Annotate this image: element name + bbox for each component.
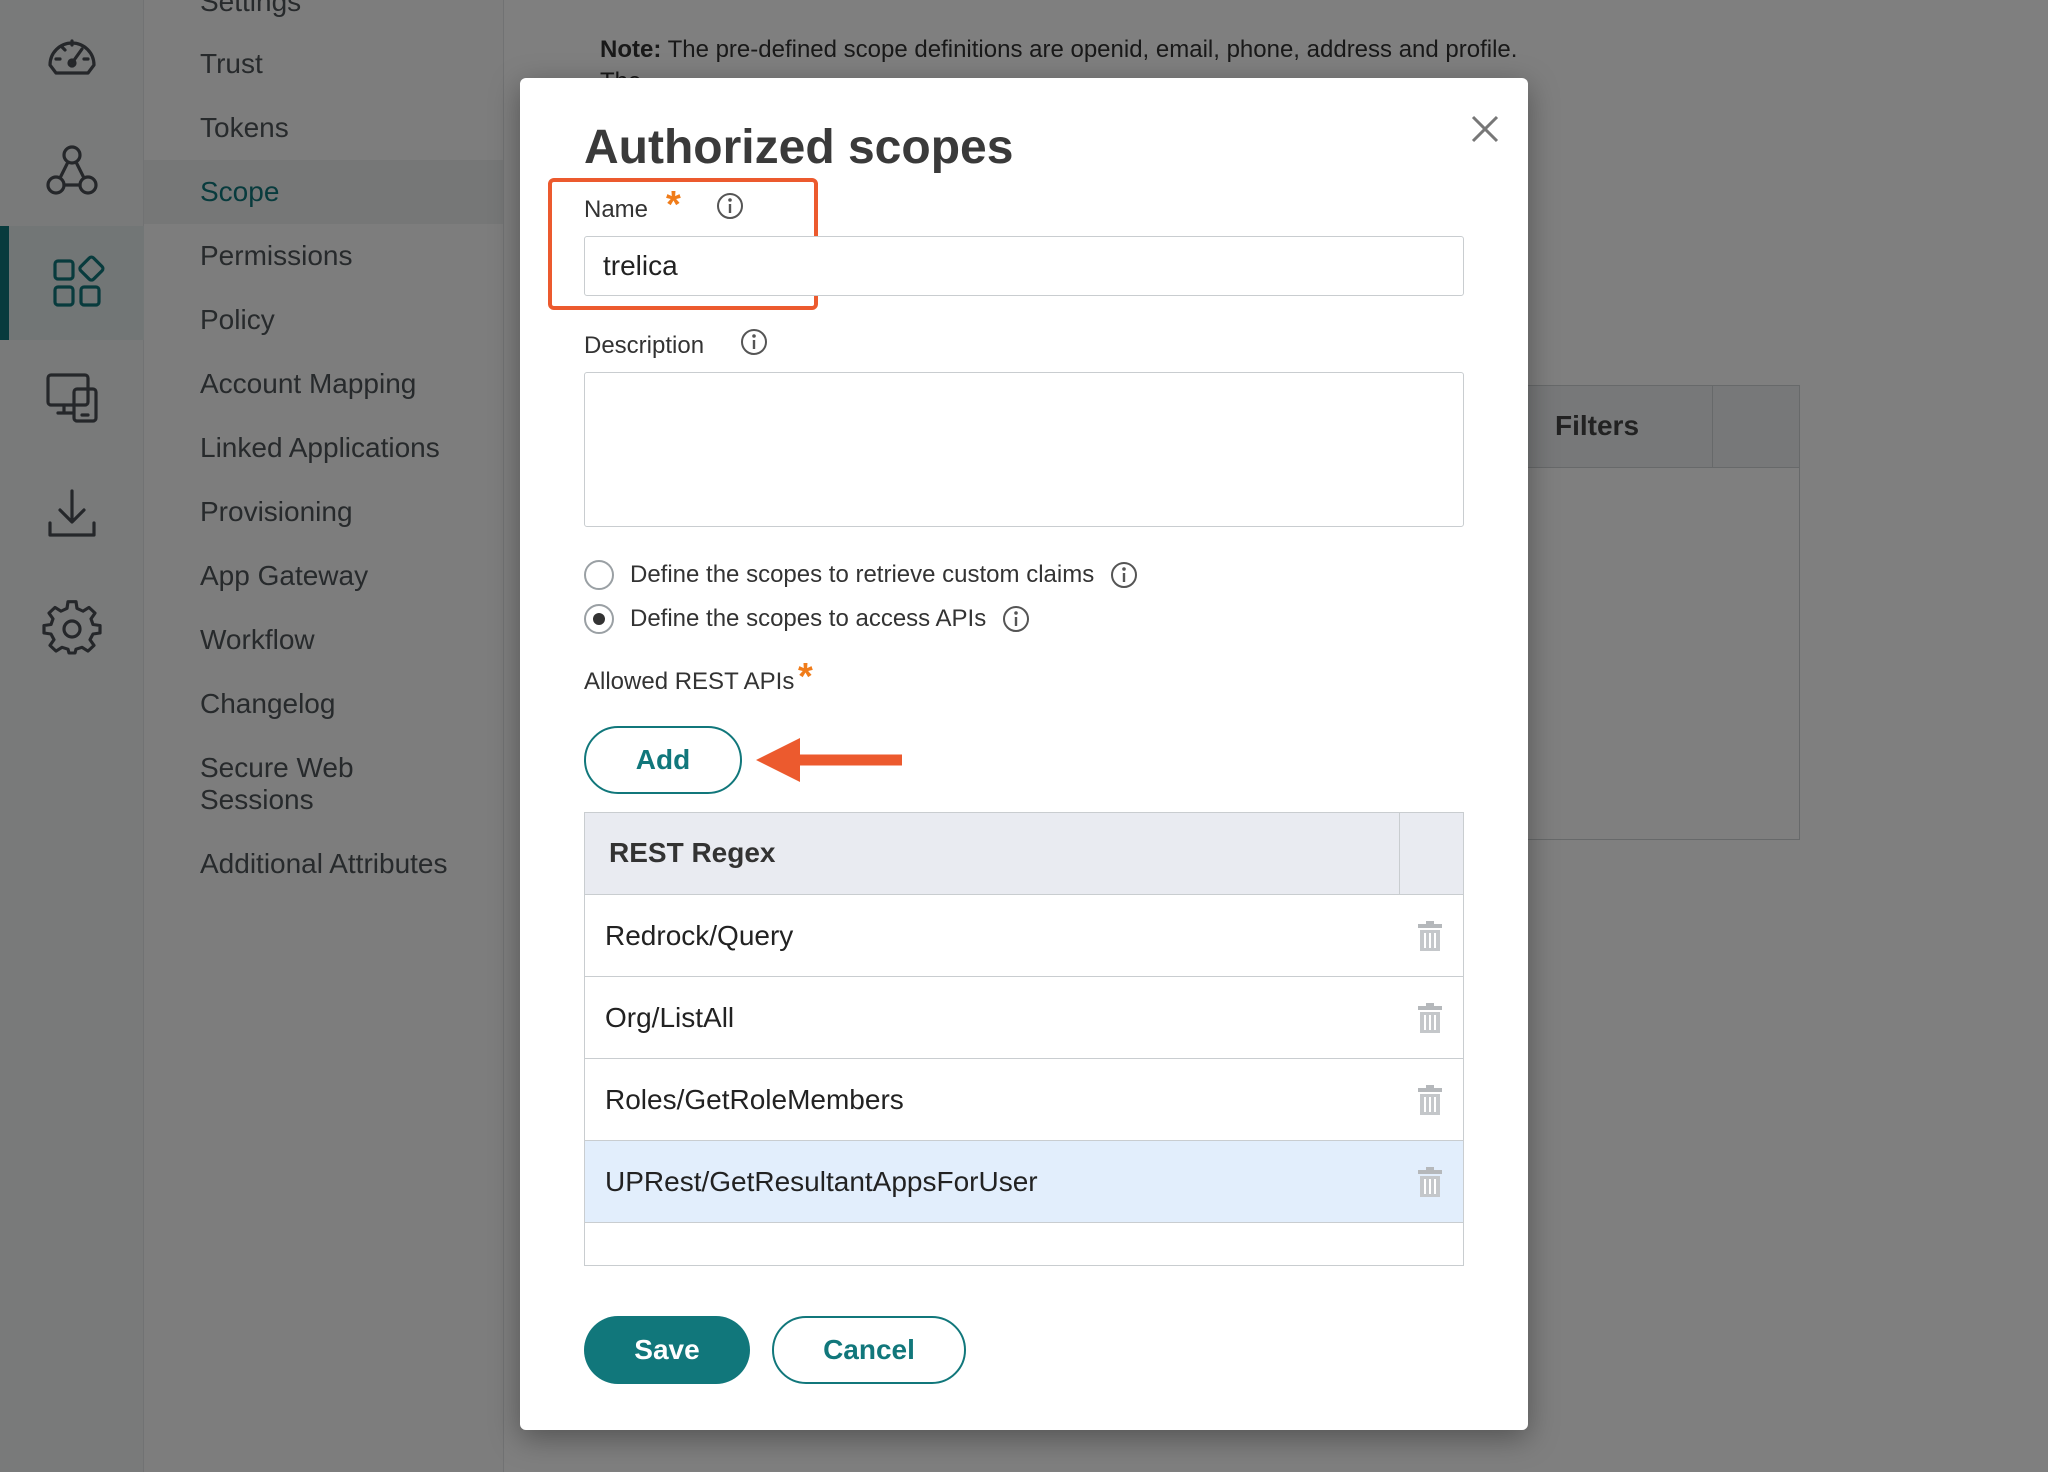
allowed-required-mark: * — [798, 656, 813, 698]
description-textarea[interactable] — [584, 372, 1464, 527]
name-label: Name — [584, 196, 649, 223]
rest-table-header: REST Regex — [585, 813, 1463, 895]
save-button[interactable]: Save — [584, 1316, 750, 1384]
delete-row-button[interactable] — [1417, 1084, 1443, 1116]
rest-regex-cell: Roles/GetRoleMembers — [605, 1083, 904, 1115]
close-button[interactable] — [1462, 106, 1508, 152]
name-info-button[interactable] — [716, 192, 744, 220]
actions-column-header — [1399, 813, 1463, 894]
authorized-scopes-dialog: Authorized scopes Name * Description Def… — [520, 78, 1528, 1430]
delete-row-button[interactable] — [1417, 1166, 1443, 1198]
rest-regex-cell: Org/ListAll — [605, 1001, 735, 1033]
radio-button-unchecked[interactable] — [584, 560, 614, 590]
radio-custom-claims-label: Define the scopes to retrieve custom cla… — [630, 561, 1095, 588]
rest-regex-table: REST Regex Redrock/Query Org/ListAll Rol… — [584, 812, 1464, 1266]
info-icon — [1111, 562, 1138, 588]
radio-button-checked[interactable] — [584, 604, 614, 634]
trash-icon — [1418, 920, 1442, 951]
info-icon — [717, 193, 743, 219]
name-required-mark: * — [666, 184, 681, 226]
radio-access-apis-label: Define the scopes to access APIs — [630, 605, 987, 632]
add-button[interactable]: Add — [584, 726, 742, 794]
radio-custom-claims[interactable]: Define the scopes to retrieve custom cla… — [584, 560, 1138, 590]
table-row[interactable]: Org/ListAll — [585, 977, 1463, 1059]
table-row[interactable]: Roles/GetRoleMembers — [585, 1059, 1463, 1141]
rest-regex-cell: Redrock/Query — [605, 919, 794, 951]
table-row[interactable]: Redrock/Query — [585, 895, 1463, 977]
cancel-button[interactable]: Cancel — [772, 1316, 966, 1384]
dialog-title: Authorized scopes — [584, 121, 1014, 174]
custom-claims-info-button[interactable] — [1110, 561, 1138, 589]
close-icon — [1471, 115, 1499, 143]
rest-regex-column-header: REST Regex — [609, 837, 776, 868]
trash-icon — [1418, 1084, 1442, 1115]
table-row-selected[interactable]: UPRest/GetResultantAppsForUser — [585, 1141, 1463, 1223]
access-apis-info-button[interactable] — [1002, 605, 1030, 633]
trash-icon — [1418, 1166, 1442, 1197]
delete-row-button[interactable] — [1417, 1002, 1443, 1034]
description-label: Description — [584, 332, 705, 359]
delete-row-button[interactable] — [1417, 920, 1443, 952]
name-input[interactable] — [584, 236, 1464, 296]
radio-access-apis[interactable]: Define the scopes to access APIs — [584, 604, 1030, 634]
description-info-button[interactable] — [740, 328, 768, 356]
rest-regex-cell: UPRest/GetResultantAppsForUser — [605, 1165, 1038, 1197]
annotation-arrow-icon — [756, 738, 902, 782]
info-icon — [741, 329, 767, 355]
allowed-rest-apis-label: Allowed REST APIs — [584, 668, 795, 695]
trash-icon — [1418, 1002, 1442, 1033]
info-icon — [1003, 606, 1030, 632]
